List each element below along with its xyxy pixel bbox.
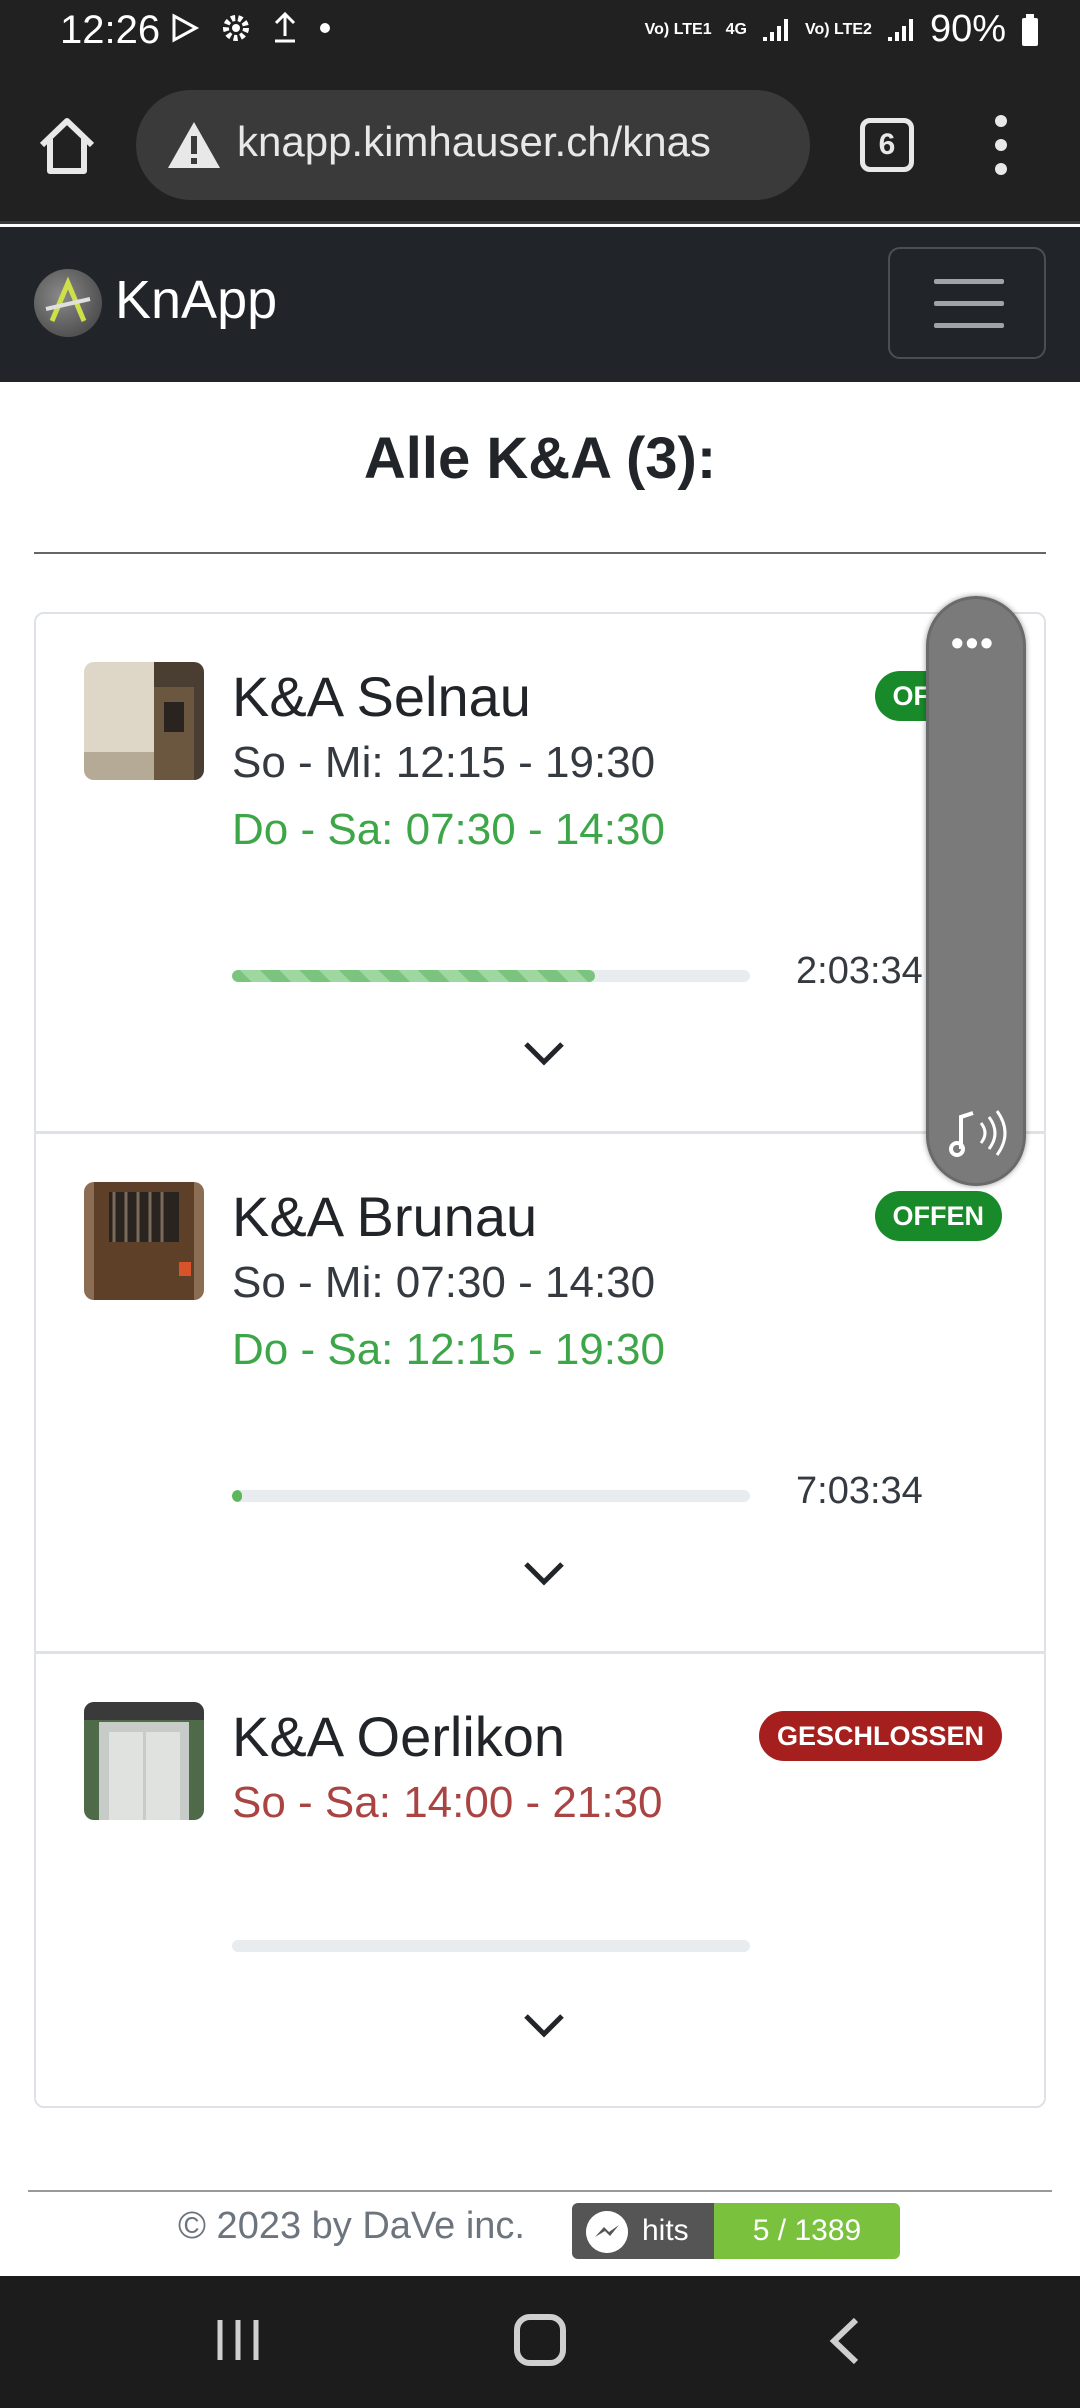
hits-counter-badge: hits 5 / 1389 — [572, 2203, 900, 2259]
footer-divider — [28, 2190, 1052, 2192]
status-time: 12:26 — [60, 8, 161, 52]
location-name: K&A Brunau — [232, 1185, 538, 1248]
hits-label: hits — [642, 2214, 689, 2247]
location-name: K&A Selnau — [232, 665, 531, 728]
opening-hours-line2: Do - Sa: 12:15 - 19:30 — [232, 1325, 665, 1374]
location-thumbnail — [84, 1182, 204, 1300]
battery-icon — [1022, 13, 1038, 46]
opening-progress-bar — [232, 1490, 750, 1502]
network-lte1-label: Vo) LTE1 — [644, 20, 712, 38]
tab-switcher-button[interactable]: 6 — [860, 118, 914, 172]
opening-hours-line1: So - Mi: 12:15 - 19:30 — [232, 738, 656, 787]
floating-media-widget[interactable]: ••• — [926, 596, 1026, 1186]
music-sound-icon[interactable] — [947, 1103, 1011, 1163]
widget-more-icon[interactable]: ••• — [951, 625, 995, 661]
status-bar: 12:26 Vo) LTE1 4G Vo) LTE2 90% — [0, 0, 1080, 66]
browser-toolbar: knapp.kimhauser.ch/knas 6 — [0, 66, 1080, 224]
back-icon[interactable] — [826, 2316, 862, 2366]
location-list: K&A Selnau So - Mi: 12:15 - 19:30 Do - S… — [34, 612, 1046, 2108]
address-bar[interactable]: knapp.kimhauser.ch/knas — [136, 90, 810, 200]
opening-hours-line1: So - Mi: 07:30 - 14:30 — [232, 1258, 656, 1307]
chevron-down-icon[interactable] — [522, 1038, 566, 1068]
title-divider — [34, 552, 1046, 554]
status-system-icons: Vo) LTE1 4G Vo) LTE2 90% — [645, 8, 1040, 51]
dot-icon — [320, 23, 330, 33]
menu-toggle-button[interactable] — [888, 247, 1046, 359]
play-store-icon — [172, 13, 200, 43]
countdown-timer: 2:03:34 — [796, 950, 923, 992]
app-navbar: KnApp — [0, 227, 1080, 382]
location-thumbnail — [84, 662, 204, 780]
opening-progress-bar — [232, 1940, 750, 1952]
countdown-timer: 7:03:34 — [796, 1470, 923, 1512]
location-card[interactable]: K&A Brunau So - Mi: 07:30 - 14:30 Do - S… — [36, 1134, 1044, 1654]
recent-apps-icon[interactable] — [214, 2318, 262, 2362]
signal-icon — [887, 18, 913, 41]
url-text[interactable]: knapp.kimhauser.ch/knas — [237, 118, 797, 166]
brand-logo[interactable] — [34, 269, 102, 337]
settings-icon — [223, 15, 249, 41]
more-options-icon[interactable] — [986, 112, 1016, 178]
home-nav-icon[interactable] — [514, 2314, 566, 2366]
battery-level: 90% — [929, 8, 1006, 50]
footer-copyright: © 2023 by DaVe inc. — [178, 2205, 525, 2247]
chevron-down-icon[interactable] — [522, 2010, 566, 2040]
network-lte2-label: Vo) LTE2 — [804, 20, 872, 38]
opening-hours-line1: So - Sa: 14:00 - 21:30 — [232, 1778, 663, 1827]
hits-label-box: hits — [572, 2203, 714, 2259]
upload-icon — [274, 12, 296, 43]
status-notification-icons — [170, 12, 332, 44]
opening-hours-line2: Do - Sa: 07:30 - 14:30 — [232, 805, 665, 854]
page-title: Alle K&A (3): — [363, 426, 717, 491]
status-badge: OFFEN — [874, 1191, 1002, 1241]
location-card[interactable]: K&A Selnau So - Mi: 12:15 - 19:30 Do - S… — [36, 614, 1044, 1134]
status-badge: GESCHLOSSEN — [758, 1711, 1002, 1761]
location-name: K&A Oerlikon — [232, 1705, 566, 1768]
home-icon[interactable] — [32, 111, 102, 181]
chevron-down-icon[interactable] — [522, 1558, 566, 1588]
network-4g-label: 4G — [725, 20, 747, 38]
system-navigation-bar — [0, 2276, 1080, 2408]
progress-fill — [232, 1490, 243, 1502]
messenger-icon — [586, 2211, 628, 2253]
signal-icon — [762, 18, 788, 41]
location-card[interactable]: K&A Oerlikon So - Sa: 14:00 - 21:30 GESC… — [36, 1654, 1044, 2106]
opening-progress-bar — [232, 970, 750, 982]
progress-fill — [232, 970, 595, 982]
warning-icon[interactable] — [166, 120, 222, 170]
location-thumbnail — [84, 1702, 204, 1820]
hits-value: 5 / 1389 — [714, 2203, 900, 2259]
brand-name[interactable]: KnApp — [115, 269, 277, 331]
